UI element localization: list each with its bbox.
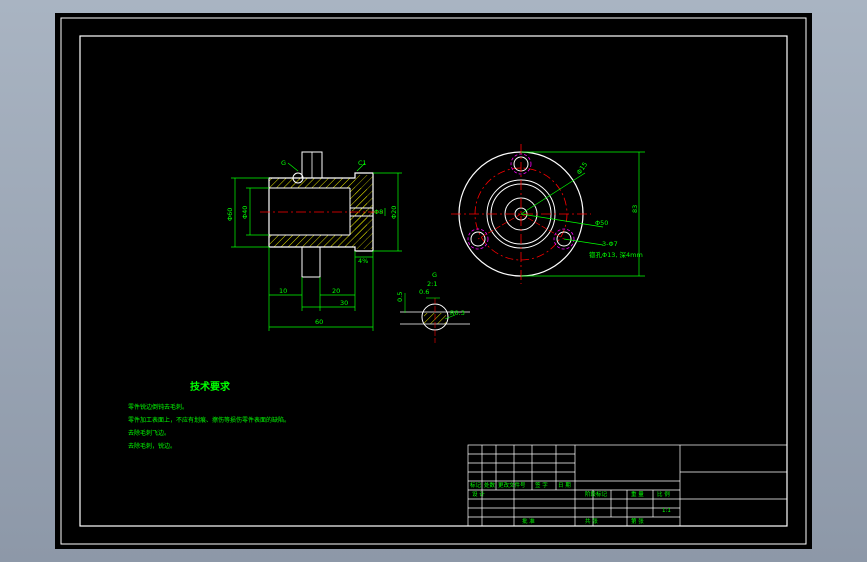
dim-diameter-left-outer: Φ60 — [226, 208, 234, 221]
requirement-item-3: 去除毛刺飞边。 — [128, 429, 170, 437]
side-view-dimension-text: Φ15 Φ50 83 3-Φ7 锪孔Φ13, 深4mm — [575, 161, 643, 259]
tb-header-1: 标记 — [470, 481, 482, 489]
detail-dim-top: 0.6 — [419, 288, 429, 296]
title-block-text: 标记 处数 更改文件号 签 字 日 期 设 计 阶段标记 重 量 比 例 1:1… — [470, 481, 671, 525]
tb-header-2: 处数 — [484, 481, 496, 489]
dim-bottom-3: 30 — [340, 299, 348, 307]
requirement-item-1: 零件锐边倒钝去毛刺。 — [128, 403, 188, 411]
dim-hole-note: 锪孔Φ13, 深4mm — [589, 250, 643, 259]
tb-approve: 批 准 — [522, 517, 535, 525]
detail-view-text: G 2:1 0.5 0.6 R0.3 — [396, 271, 465, 317]
tb-header-3: 更改文件号 — [498, 481, 526, 489]
section-hatch-top — [269, 178, 367, 211]
dim-chamfer: C1 — [358, 159, 367, 167]
tb-sheets: 共 张 — [585, 517, 598, 525]
dim-overall: 60 — [315, 318, 323, 326]
dim-bottom-1: 10 — [279, 287, 287, 295]
requirement-item-2: 零件加工表面上，不应有划痕、擦伤等损伤零件表面的缺陷。 — [128, 416, 290, 424]
requirement-item-4: 去除毛刺，锐边。 — [128, 442, 176, 450]
dim-holes: 3-Φ7 — [602, 240, 618, 248]
detail-dim-angle: R0.3 — [450, 309, 465, 317]
tb-ratio: 比 例 — [657, 490, 670, 498]
tb-scale: 1:1 — [662, 508, 671, 514]
tb-sheet-no: 第 张 — [631, 517, 644, 525]
tb-header-4: 签 字 — [535, 481, 548, 489]
section-hatch-bottom — [269, 212, 367, 247]
cad-drawing-viewport[interactable]: C1 G Φ60 Φ40 Φ20 Φ8 4% 10 20 30 60 Φ15 Φ… — [55, 13, 812, 549]
tb-weight: 重 量 — [631, 490, 644, 498]
dim-section-marker: G — [281, 159, 286, 167]
dim-bottom-2: 20 — [332, 287, 340, 295]
dim-dia-middle: Φ50 — [595, 219, 608, 227]
dim-tolerance: 4% — [358, 257, 368, 265]
detail-scale: 2:1 — [427, 280, 437, 288]
detail-view — [400, 298, 470, 343]
dim-height: 83 — [631, 205, 639, 213]
dim-dia-top: Φ15 — [575, 161, 589, 177]
dim-diameter-left-inner: Φ40 — [241, 206, 249, 219]
requirements-title: 技术要求 — [190, 380, 231, 393]
dim-diameter-right: Φ20 — [390, 206, 398, 219]
detail-dim-left: 0.5 — [396, 292, 404, 302]
detail-label: G — [432, 271, 437, 279]
dim-bore-small: Φ8 — [374, 208, 383, 216]
tb-design: 设 计 — [472, 490, 485, 498]
technical-requirements: 技术要求 零件锐边倒钝去毛刺。 零件加工表面上，不应有划痕、擦伤等损伤零件表面的… — [128, 380, 290, 450]
tb-stage: 阶段标记 — [585, 490, 608, 498]
tb-header-5: 日 期 — [558, 482, 571, 489]
